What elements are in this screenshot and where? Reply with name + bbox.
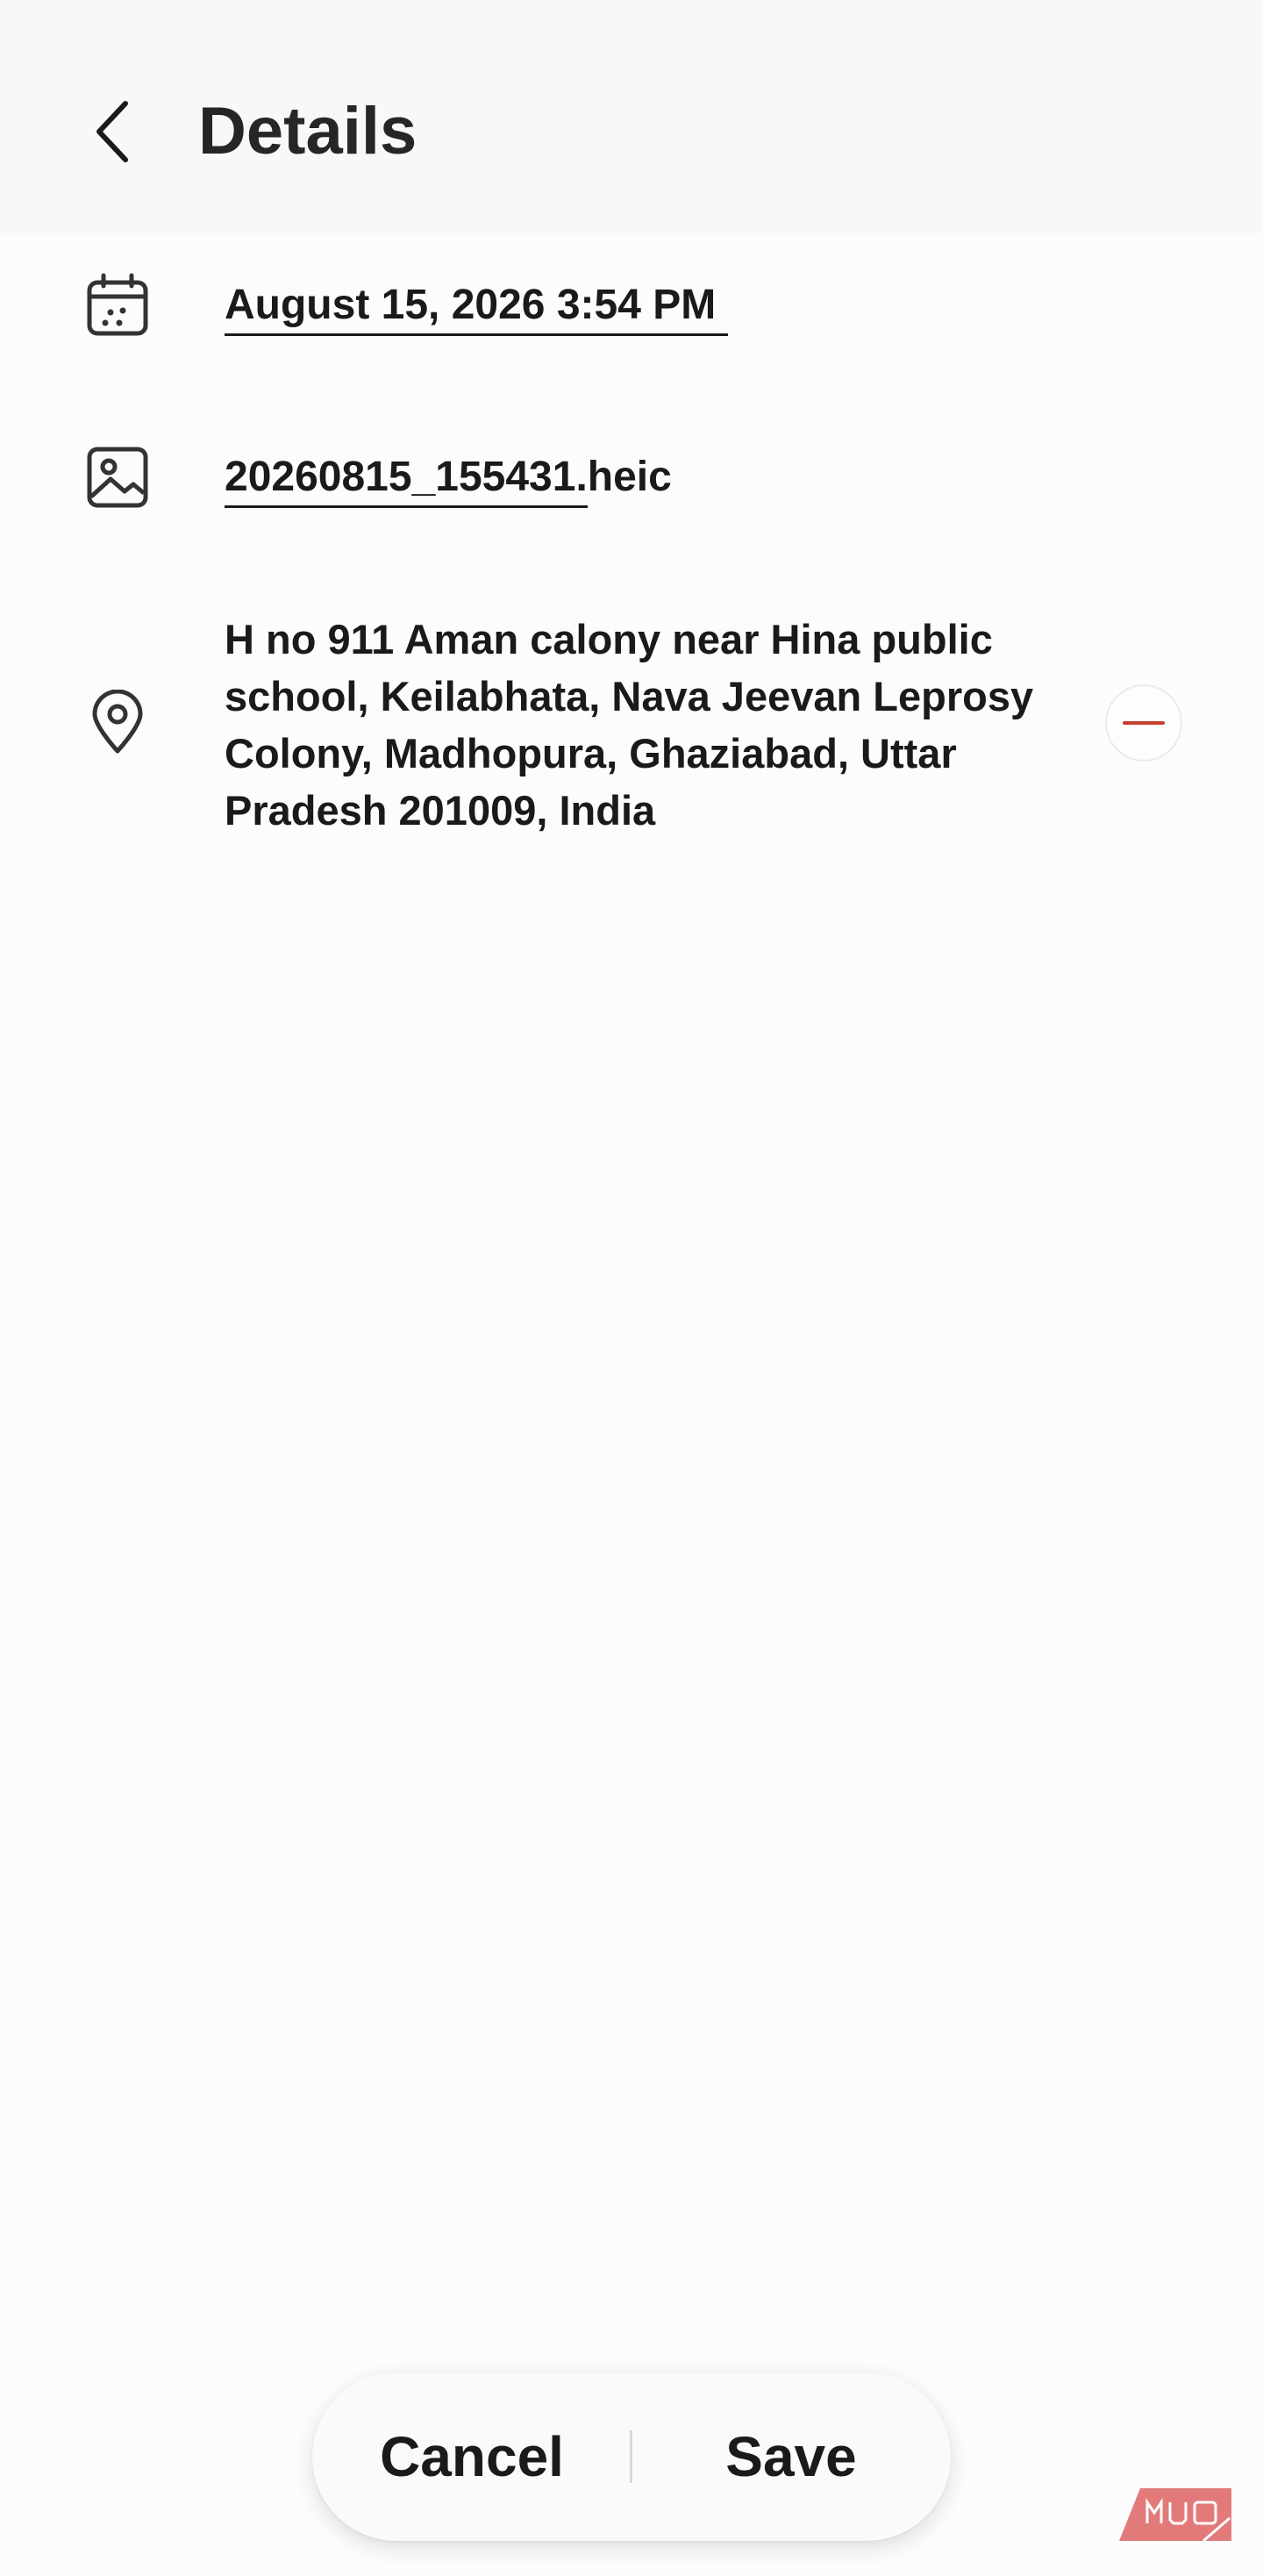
cancel-button[interactable]: Cancel xyxy=(312,2372,632,2541)
page-title: Details xyxy=(198,94,417,168)
filename-input[interactable]: 20260815_155431 xyxy=(225,454,575,500)
image-icon xyxy=(87,447,148,508)
remove-location-button[interactable] xyxy=(1105,684,1182,762)
filename-underline xyxy=(225,505,588,508)
bottom-action-bar: Cancel Save xyxy=(312,2372,951,2541)
top-app-bar: Details xyxy=(0,0,1263,233)
chevron-left-icon xyxy=(96,101,128,162)
filename-field: 20260815_155431.heic xyxy=(225,451,672,504)
filename-extension: .heic xyxy=(575,454,672,500)
save-button[interactable]: Save xyxy=(632,2372,951,2541)
location-address: H no 911 Aman calony near Hina public sc… xyxy=(225,616,1034,834)
location-pin-icon xyxy=(92,690,143,754)
date-time-underline xyxy=(225,333,728,336)
muo-watermark-logo xyxy=(1119,2488,1231,2543)
date-time-field[interactable]: August 15, 2026 3:54 PM xyxy=(225,279,716,332)
minus-icon xyxy=(1123,721,1165,725)
back-button[interactable] xyxy=(77,88,147,175)
calendar-icon xyxy=(87,273,148,336)
